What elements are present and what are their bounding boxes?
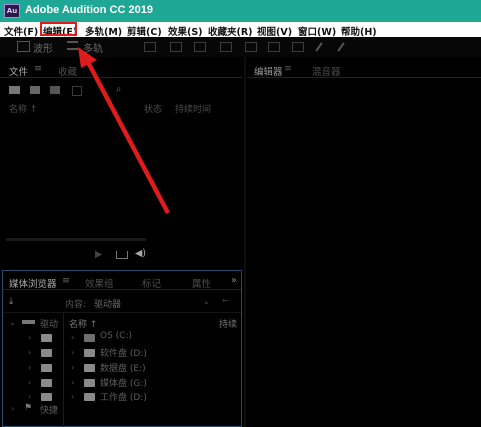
annotation-arrow-icon bbox=[78, 47, 170, 214]
